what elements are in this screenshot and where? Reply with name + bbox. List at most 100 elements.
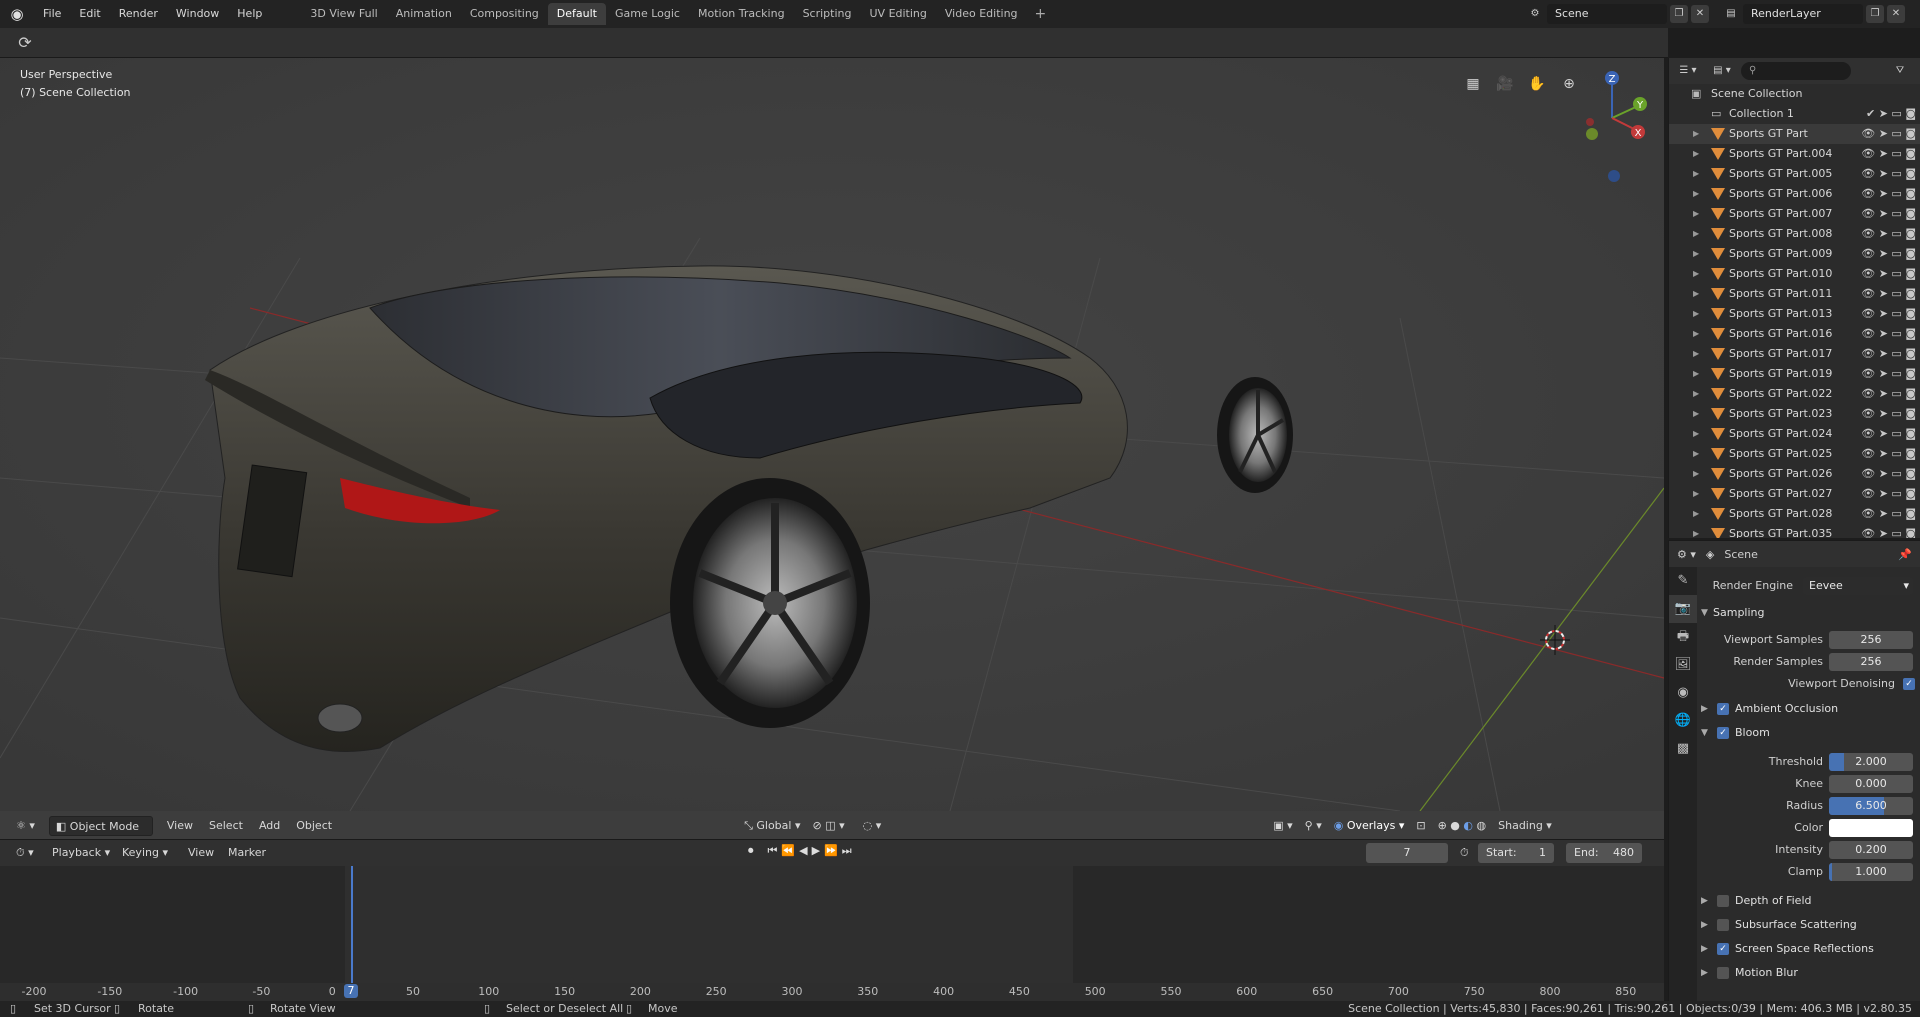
radius-slider[interactable]: 6.500 — [1829, 797, 1913, 815]
visibility-toggles[interactable]: 👁 ➤ ▭ ◙ — [1861, 504, 1916, 524]
outliner-item[interactable]: ▶ Sports GT Part.027 👁 ➤ ▭ ◙ — [1669, 484, 1920, 504]
menu-marker[interactable]: Marker — [222, 843, 272, 863]
pin-icon[interactable]: 📌 — [1898, 548, 1912, 561]
outliner-collection-1[interactable]: ▭ Collection 1 ✔ ➤ ▭ ◙ — [1669, 104, 1920, 124]
delete-scene-icon[interactable]: ✕ — [1691, 5, 1709, 23]
expand-icon[interactable]: ▶ — [1693, 404, 1699, 424]
visibility-toggles[interactable]: 👁 ➤ ▭ ◙ — [1861, 464, 1916, 484]
outliner-item[interactable]: ▶ Sports GT Part.016 👁 ➤ ▭ ◙ — [1669, 324, 1920, 344]
menu-file[interactable]: File — [34, 3, 70, 25]
depth-of-field-checkbox[interactable] — [1717, 895, 1729, 907]
menu-object[interactable]: Object — [290, 816, 338, 836]
outliner-item[interactable]: ▶ Sports GT Part.019 👁 ➤ ▭ ◙ — [1669, 364, 1920, 384]
bloom-panel[interactable]: ▼ ✓ Bloom — [1699, 721, 1920, 745]
start-frame-field[interactable]: Start: 1 — [1478, 843, 1554, 863]
outliner-item[interactable]: ▶ Sports GT Part.013 👁 ➤ ▭ ◙ — [1669, 304, 1920, 324]
tab-3d-view-full[interactable]: 3D View Full — [301, 3, 386, 25]
menu-edit[interactable]: Edit — [70, 3, 109, 25]
next-keyframe-icon[interactable]: ⏩ — [824, 844, 838, 858]
bloom-color-swatch[interactable] — [1829, 819, 1913, 837]
timeline-editor-icon[interactable]: ⏱ ▾ — [10, 843, 40, 863]
outliner-item[interactable]: ▶ Sports GT Part.011 👁 ➤ ▭ ◙ — [1669, 284, 1920, 304]
timeline-body[interactable] — [0, 866, 1664, 1004]
visibility-toggles[interactable]: 👁 ➤ ▭ ◙ — [1861, 264, 1916, 284]
outliner-item[interactable]: ▶ Sports GT Part.009 👁 ➤ ▭ ◙ — [1669, 244, 1920, 264]
3d-viewport[interactable]: Z Y X User Perspective (7) Scene Collect… — [0, 58, 1664, 841]
outliner-item[interactable]: ▶ Sports GT Part.028 👁 ➤ ▭ ◙ — [1669, 504, 1920, 524]
menu-select[interactable]: Select — [203, 816, 249, 836]
visibility-toggles[interactable]: 👁 ➤ ▭ ◙ — [1861, 324, 1916, 344]
ambient-occlusion-panel[interactable]: ▶ ✓ Ambient Occlusion — [1699, 697, 1920, 721]
visibility-toggles[interactable]: 👁 ➤ ▭ ◙ — [1861, 144, 1916, 164]
viewport-samples-field[interactable]: 256 — [1829, 631, 1913, 649]
expand-icon[interactable]: ▶ — [1693, 464, 1699, 484]
grid-view-icon[interactable]: ▦ — [1460, 71, 1486, 97]
outliner-item[interactable]: ▶ Sports GT Part.007 👁 ➤ ▭ ◙ — [1669, 204, 1920, 224]
camera-view-icon[interactable]: 🎥 — [1492, 71, 1518, 97]
sampling-panel[interactable]: ▼ Sampling — [1699, 601, 1920, 625]
view-object-types-icon[interactable]: ▣ ▾ — [1267, 816, 1298, 836]
frame-ruler[interactable]: -200 -150 -100 -50 0 50 100 150 200 250 300 350 400 4… — [0, 983, 1664, 1001]
outliner-item[interactable]: ▶ Sports GT Part.025 👁 ➤ ▭ ◙ — [1669, 444, 1920, 464]
properties-editor-icon[interactable]: ⚙ ▾ — [1677, 548, 1696, 561]
current-frame-field[interactable]: 7 — [1366, 843, 1448, 863]
tab-tool-icon[interactable]: ✎ — [1669, 567, 1697, 595]
collection-toggles[interactable]: ✔ ➤ ▭ ◙ — [1866, 104, 1916, 124]
playhead-frame-label[interactable]: 7 — [344, 984, 358, 998]
visibility-toggles[interactable]: 👁 ➤ ▭ ◙ — [1861, 184, 1916, 204]
outliner-item[interactable]: ▶ Sports GT Part 👁 ➤ ▭ ◙ — [1669, 124, 1920, 144]
expand-icon[interactable]: ▶ — [1693, 284, 1699, 304]
expand-icon[interactable]: ▶ — [1693, 204, 1699, 224]
menu-add[interactable]: Add — [253, 816, 286, 836]
render-engine-dropdown[interactable]: Eevee ▾ — [1803, 577, 1913, 595]
knee-slider[interactable]: 0.000 — [1829, 775, 1913, 793]
display-mode-icon[interactable]: ▤ ▾ — [1707, 62, 1737, 80]
screen-space-reflections-panel[interactable]: ▶ ✓ Screen Space Reflections — [1699, 937, 1920, 961]
visibility-toggles[interactable]: 👁 ➤ ▭ ◙ — [1861, 444, 1916, 464]
outliner-editor-icon[interactable]: ☰ ▾ — [1673, 62, 1703, 80]
new-layer-icon[interactable]: ❐ — [1866, 5, 1884, 23]
expand-icon[interactable]: ▶ — [1693, 164, 1699, 184]
tab-view-layer-icon[interactable]: 🖼 — [1669, 651, 1697, 679]
visibility-toggles[interactable]: 👁 ➤ ▭ ◙ — [1861, 164, 1916, 184]
ambient-occlusion-checkbox[interactable]: ✓ — [1717, 703, 1729, 715]
menu-playback[interactable]: Playback ▾ — [46, 843, 116, 863]
expand-icon[interactable]: ▶ — [1693, 224, 1699, 244]
outliner-item[interactable]: ▶ Sports GT Part.023 👁 ➤ ▭ ◙ — [1669, 404, 1920, 424]
menu-render[interactable]: Render — [110, 3, 167, 25]
tab-render-icon[interactable]: 📷 — [1669, 595, 1697, 623]
outliner-item[interactable]: ▶ Sports GT Part.022 👁 ➤ ▭ ◙ — [1669, 384, 1920, 404]
tab-animation[interactable]: Animation — [387, 3, 461, 25]
menu-timeline-view[interactable]: View — [182, 843, 220, 863]
outliner-item[interactable]: ▶ Sports GT Part.008 👁 ➤ ▭ ◙ — [1669, 224, 1920, 244]
outliner-item[interactable]: ▶ Sports GT Part.035 👁 ➤ ▭ ◙ — [1669, 524, 1920, 538]
tab-video-editing[interactable]: Video Editing — [936, 3, 1027, 25]
overlays-button[interactable]: ◉ Overlays ▾ — [1328, 816, 1411, 836]
tab-output-icon[interactable]: 🖶 — [1669, 623, 1697, 651]
editor-type-icon[interactable]: ⚛ ▾ — [10, 816, 41, 836]
expand-icon[interactable]: ▶ — [1693, 304, 1699, 324]
subsurface-scattering-panel[interactable]: ▶ Subsurface Scattering — [1699, 913, 1920, 937]
end-frame-field[interactable]: End: 480 — [1566, 843, 1642, 863]
threshold-slider[interactable]: 2.000 — [1829, 753, 1913, 771]
jump-start-icon[interactable]: ⏮ — [768, 844, 778, 858]
visibility-toggles[interactable]: 👁 ➤ ▭ ◙ — [1861, 284, 1916, 304]
outliner-item[interactable]: ▶ Sports GT Part.024 👁 ➤ ▭ ◙ — [1669, 424, 1920, 444]
visibility-toggles[interactable]: 👁 ➤ ▭ ◙ — [1861, 364, 1916, 384]
visibility-toggles[interactable]: 👁 ➤ ▭ ◙ — [1861, 524, 1916, 538]
expand-icon[interactable]: ▶ — [1693, 264, 1699, 284]
render-layer-field[interactable]: RenderLayer — [1743, 4, 1863, 24]
subsurface-scattering-checkbox[interactable] — [1717, 919, 1729, 931]
outliner-search[interactable]: ⚲ — [1741, 62, 1851, 80]
visibility-toggles[interactable]: 👁 ➤ ▭ ◙ — [1861, 124, 1916, 144]
play-icon[interactable]: ▶ — [812, 844, 820, 858]
outliner-item[interactable]: ▶ Sports GT Part.026 👁 ➤ ▭ ◙ — [1669, 464, 1920, 484]
visibility-toggles[interactable]: 👁 ➤ ▭ ◙ — [1861, 204, 1916, 224]
scene-name-field[interactable]: Scene — [1547, 4, 1667, 24]
mode-dropdown[interactable]: ◧ Object Mode ▾ — [48, 816, 153, 841]
cursor-tool-icon[interactable]: ⟳ — [12, 32, 38, 54]
depth-of-field-panel[interactable]: ▶ Depth of Field — [1699, 889, 1920, 913]
outliner-item[interactable]: ▶ Sports GT Part.017 👁 ➤ ▭ ◙ — [1669, 344, 1920, 364]
filter-icon[interactable]: ⛛ — [1891, 62, 1909, 80]
tab-scripting[interactable]: Scripting — [794, 3, 861, 25]
